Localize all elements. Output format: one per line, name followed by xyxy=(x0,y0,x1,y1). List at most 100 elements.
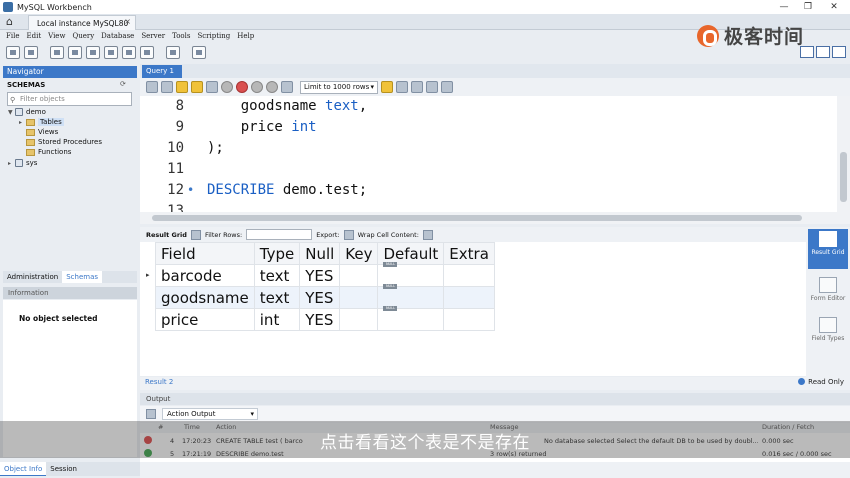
code-line[interactable]: 8 goodsname text, xyxy=(140,96,837,117)
code-line[interactable]: 11 xyxy=(140,159,837,180)
create-function-icon[interactable] xyxy=(140,45,154,59)
menu-view[interactable]: View xyxy=(48,30,65,42)
cell[interactable]: YES xyxy=(299,264,341,287)
stop-on-error-icon[interactable] xyxy=(236,81,248,93)
tree-item-functions[interactable]: Functions xyxy=(26,148,71,156)
cell[interactable]: price xyxy=(155,308,255,331)
restore-button[interactable]: ❐ xyxy=(798,0,818,14)
menu-scripting[interactable]: Scripting xyxy=(197,30,230,42)
toggle-sidebar-icon[interactable] xyxy=(800,46,814,58)
expand-arrow-icon[interactable]: ▸ xyxy=(8,160,15,167)
open-file-icon[interactable] xyxy=(146,81,158,93)
stop-query-icon[interactable] xyxy=(221,81,233,93)
filter-objects-input[interactable]: ⚲ Filter objects xyxy=(7,92,132,106)
execute-icon[interactable] xyxy=(176,81,188,93)
expand-arrow-icon[interactable]: ▸ xyxy=(19,119,26,126)
wrap-lines-icon[interactable] xyxy=(441,81,453,93)
wrap-cell-icon[interactable] xyxy=(422,229,433,240)
commit-icon[interactable] xyxy=(251,81,263,93)
close-window-button[interactable]: ✕ xyxy=(824,0,844,14)
code-line[interactable]: 13 xyxy=(140,201,837,212)
tab-object-info[interactable]: Object Info xyxy=(0,462,47,476)
column-header[interactable]: Key xyxy=(339,242,379,265)
cell-null[interactable]: NULL xyxy=(377,305,445,331)
cell[interactable]: text xyxy=(253,264,301,287)
code-line[interactable]: 10); xyxy=(140,138,837,159)
cell[interactable]: YES xyxy=(299,286,341,309)
side-form-editor-button[interactable]: Form Editor xyxy=(808,275,848,311)
table-row[interactable]: price int YES NULL xyxy=(155,305,495,331)
side-result-grid-button[interactable]: Result Grid xyxy=(808,229,848,269)
code-line[interactable]: 12 • DESCRIBE demo.test; xyxy=(140,180,837,201)
tree-item-demo[interactable]: ▼ demo xyxy=(8,108,46,116)
menu-file[interactable]: File xyxy=(6,30,19,42)
connection-tab[interactable]: Local instance MySQL80 × xyxy=(28,15,136,30)
result-grid-label[interactable]: Result Grid xyxy=(146,231,187,239)
execute-current-icon[interactable] xyxy=(191,81,203,93)
create-view-icon[interactable] xyxy=(104,45,118,59)
copy-output-icon[interactable] xyxy=(146,409,156,419)
find-icon[interactable] xyxy=(396,81,408,93)
table-row[interactable]: goodsname text YES NULL xyxy=(155,283,495,309)
tab-administration[interactable]: Administration xyxy=(3,271,62,283)
cell[interactable]: YES xyxy=(299,308,341,331)
new-sql-tab-icon[interactable] xyxy=(6,45,20,59)
column-header[interactable]: Null xyxy=(299,242,341,265)
cell[interactable]: text xyxy=(253,286,301,309)
table-row[interactable]: barcode text YES NULL xyxy=(155,261,495,287)
tree-item-views[interactable]: Views xyxy=(26,128,58,136)
tab-result-2[interactable]: Result 2 xyxy=(145,378,173,386)
column-header[interactable]: Field xyxy=(155,242,255,265)
menu-edit[interactable]: Edit xyxy=(26,30,41,42)
cell[interactable] xyxy=(339,264,379,287)
save-icon[interactable] xyxy=(161,81,173,93)
home-icon[interactable]: ⌂ xyxy=(6,16,20,28)
editor-horizontal-scrollbar[interactable] xyxy=(140,212,850,224)
cell[interactable] xyxy=(339,286,379,309)
toggle-secondary-sidebar-icon[interactable] xyxy=(832,46,846,58)
create-procedure-icon[interactable] xyxy=(122,45,136,59)
beautify-icon[interactable] xyxy=(381,81,393,93)
cell[interactable]: goodsname xyxy=(155,286,255,309)
column-header[interactable]: Extra xyxy=(443,242,495,265)
open-sql-script-icon[interactable] xyxy=(24,45,38,59)
search-replace-icon[interactable] xyxy=(411,81,423,93)
rollback-icon[interactable] xyxy=(266,81,278,93)
expand-arrow-icon[interactable]: ▼ xyxy=(8,109,15,116)
create-table-icon[interactable] xyxy=(86,45,100,59)
create-schema-icon[interactable] xyxy=(68,45,82,59)
tree-item-sys[interactable]: ▸ sys xyxy=(8,159,37,167)
tab-query-1[interactable]: Query 1 xyxy=(142,65,182,78)
cell[interactable] xyxy=(443,264,495,287)
invisible-chars-icon[interactable] xyxy=(426,81,438,93)
cell[interactable]: barcode xyxy=(155,264,255,287)
column-header[interactable]: Type xyxy=(253,242,301,265)
tree-item-tables[interactable]: ▸ Tables xyxy=(19,118,64,126)
menu-tools[interactable]: Tools xyxy=(172,30,190,42)
menu-database[interactable]: Database xyxy=(101,30,134,42)
tab-schemas[interactable]: Schemas xyxy=(62,271,103,283)
search-table-data-icon[interactable] xyxy=(166,45,180,59)
output-type-select[interactable]: Action Output xyxy=(162,408,258,420)
cell[interactable] xyxy=(443,308,495,331)
minimize-button[interactable]: — xyxy=(774,0,794,14)
cell[interactable]: int xyxy=(253,308,301,331)
sql-editor[interactable]: 8 goodsname text, 9 price int 10); 11 12 • DES… xyxy=(140,96,837,212)
code-line[interactable]: 9 price int xyxy=(140,117,837,138)
inspector-icon[interactable] xyxy=(50,45,64,59)
toggle-output-icon[interactable] xyxy=(816,46,830,58)
explain-icon[interactable] xyxy=(206,81,218,93)
close-tab-icon[interactable]: × xyxy=(124,17,131,26)
tree-item-stored-procedures[interactable]: Stored Procedures xyxy=(26,138,102,146)
side-field-types-button[interactable]: Field Types xyxy=(808,315,848,351)
reconnect-icon[interactable] xyxy=(192,45,206,59)
limit-rows-select[interactable]: Limit to 1000 rows xyxy=(300,80,378,94)
editor-vertical-scrollbar[interactable] xyxy=(837,96,850,212)
cell[interactable] xyxy=(339,308,379,331)
menu-help[interactable]: Help xyxy=(237,30,254,42)
filter-rows-input[interactable] xyxy=(246,229,313,240)
autocommit-icon[interactable] xyxy=(281,81,293,93)
menu-server[interactable]: Server xyxy=(141,30,165,42)
cell[interactable] xyxy=(443,286,495,309)
export-icon[interactable] xyxy=(343,229,354,240)
